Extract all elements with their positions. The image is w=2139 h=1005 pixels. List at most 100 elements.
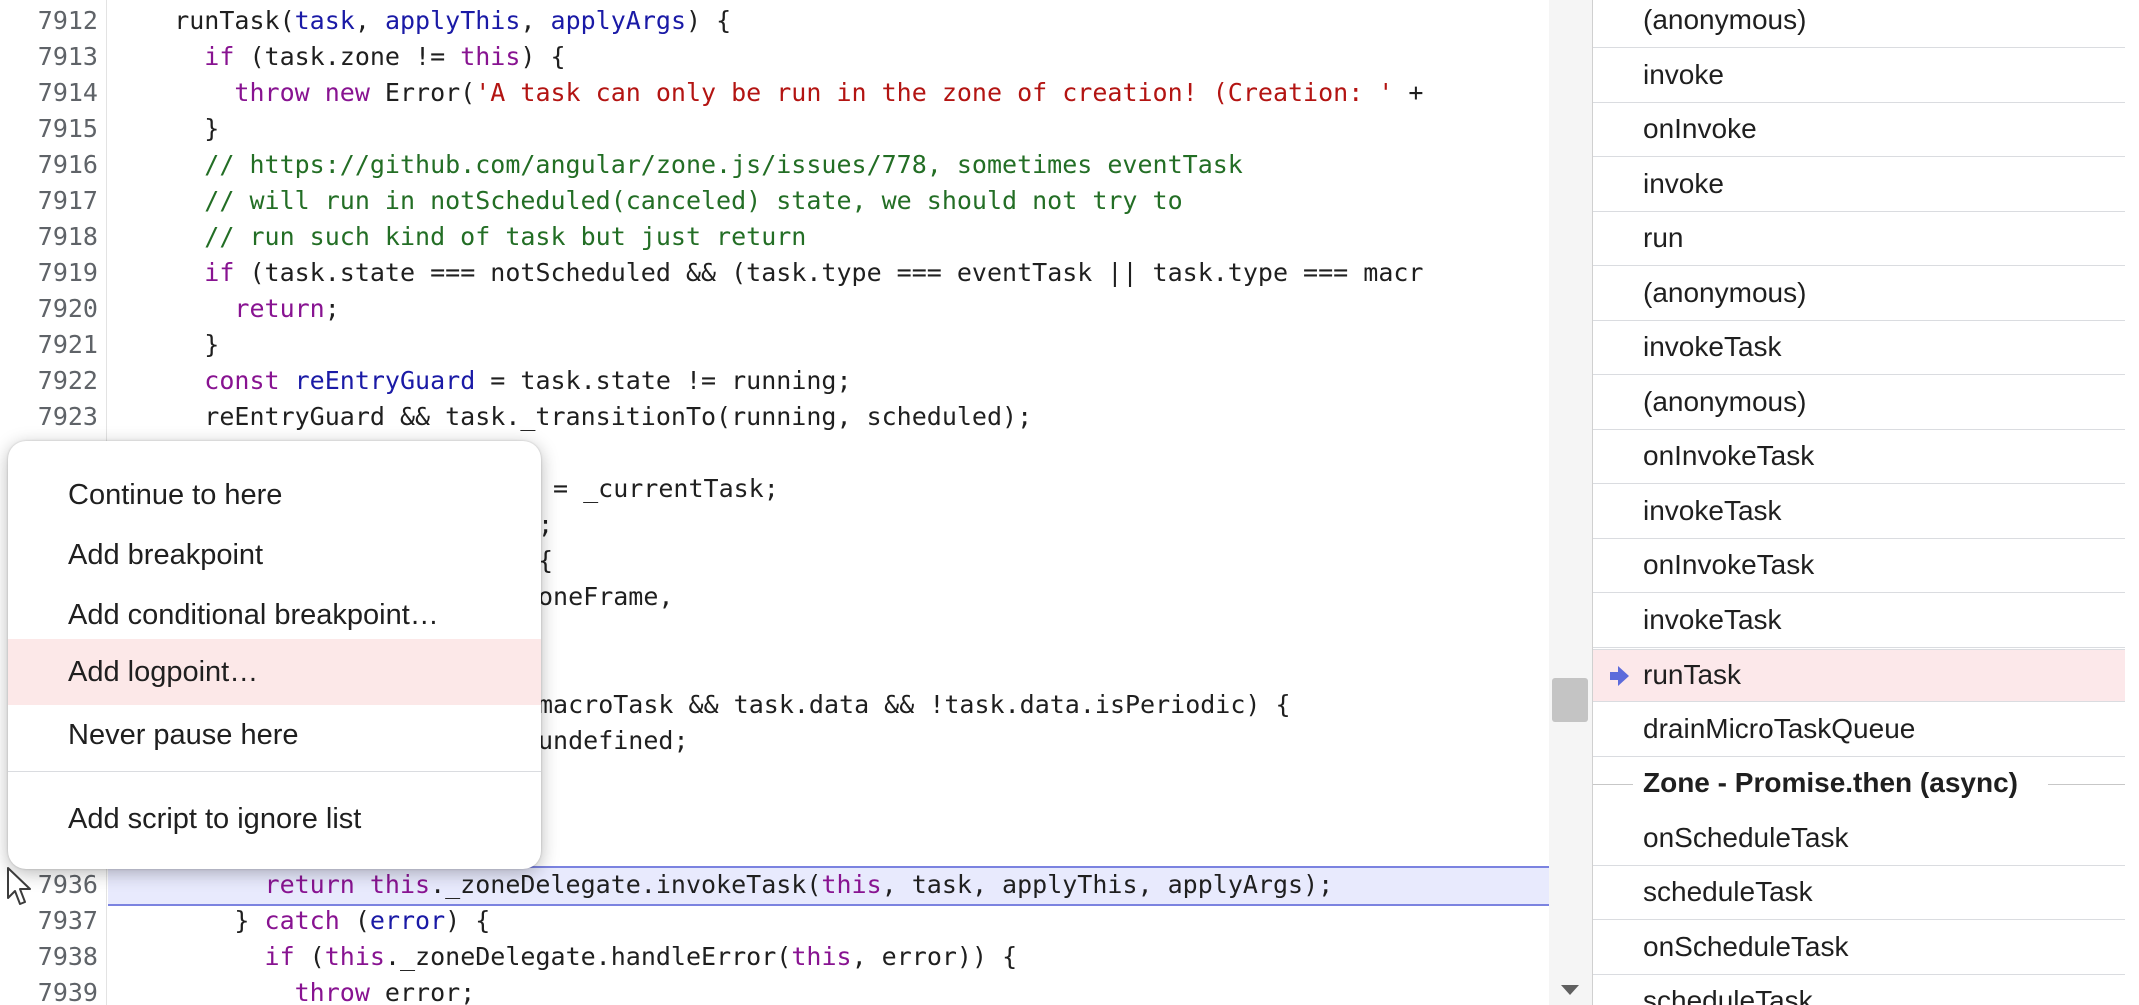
- call-frame[interactable]: onInvokeTask: [1593, 540, 2125, 593]
- line-number[interactable]: 7919: [8, 255, 98, 291]
- line-number[interactable]: 7917: [8, 183, 98, 219]
- call-frame-label: onScheduleTask: [1643, 930, 1849, 962]
- line-number[interactable]: 7938: [8, 939, 98, 975]
- code-token: = task.state != running;: [475, 366, 852, 395]
- line-number[interactable]: 7921: [8, 327, 98, 363]
- call-frame[interactable]: onInvoke: [1593, 104, 2125, 157]
- async-line-left: [1593, 784, 1633, 785]
- call-frame-current[interactable]: runTask: [1593, 649, 2125, 702]
- code-token: error: [369, 906, 446, 935]
- code-token: ) {: [445, 906, 491, 935]
- code-token: // will run in notScheduled(canceled) st…: [114, 186, 1183, 215]
- code-line: const reEntryGuard = task.state != runni…: [114, 363, 852, 399]
- code-line-partial: = _currentTask;: [553, 474, 779, 503]
- line-number[interactable]: 7918: [8, 219, 98, 255]
- call-frame-label: invoke: [1643, 58, 1724, 90]
- call-frame-label: invoke: [1643, 167, 1724, 199]
- current-frame-arrow-icon: [1610, 666, 1629, 686]
- call-frame[interactable]: scheduleTask: [1593, 867, 2125, 920]
- code-line: } catch (error) {: [114, 903, 490, 939]
- call-frame[interactable]: onScheduleTask: [1593, 813, 2125, 866]
- code-token: reEntryGuard && task._transitionTo(runni…: [114, 402, 1033, 431]
- call-frame[interactable]: (anonymous): [1593, 268, 2125, 321]
- code-token: }: [114, 906, 265, 935]
- call-frame[interactable]: invoke: [1593, 159, 2125, 212]
- call-frame-label: invokeTask: [1643, 603, 1782, 635]
- line-number[interactable]: 7920: [8, 291, 98, 327]
- code-token: catch: [264, 906, 340, 935]
- call-frame[interactable]: invoke: [1593, 50, 2125, 103]
- code-token: ;: [324, 294, 340, 323]
- call-frame[interactable]: run: [1593, 213, 2125, 266]
- editor-vertical-scrollbar[interactable]: [1549, 0, 1592, 1005]
- async-line-right: [2048, 784, 2125, 785]
- call-frame[interactable]: (anonymous): [1593, 377, 2125, 430]
- code-token: }: [114, 330, 220, 359]
- code-token: // https://github.com/angular/zone.js/is…: [114, 150, 1243, 179]
- code-token: this: [324, 942, 385, 971]
- line-number[interactable]: 7913: [8, 39, 98, 75]
- code-line: // run such kind of task but just return: [114, 219, 806, 255]
- mouse-pointer-icon: [7, 867, 31, 905]
- line-number[interactable]: 7937: [8, 903, 98, 939]
- code-token: reEntryGuard: [279, 366, 476, 395]
- menu-item-add-breakpoint[interactable]: Add breakpoint: [8, 525, 541, 585]
- line-number[interactable]: 7912: [8, 3, 98, 39]
- line-number[interactable]: 7914: [8, 75, 98, 111]
- menu-item-never-pause-here[interactable]: Never pause here: [8, 705, 541, 765]
- call-frame[interactable]: scheduleTask: [1593, 976, 2125, 1005]
- line-number[interactable]: 7916: [8, 147, 98, 183]
- code-line-partial: oneFrame,: [538, 582, 674, 611]
- code-token: error;: [369, 978, 476, 1005]
- menu-item-add-conditional-breakpoint[interactable]: Add conditional breakpoint…: [8, 585, 541, 645]
- line-number[interactable]: 7915: [8, 111, 98, 147]
- code-token: (task.zone !=: [234, 42, 461, 71]
- call-frame-label: (anonymous): [1643, 276, 1807, 308]
- code-token: task: [294, 6, 355, 35]
- call-frame[interactable]: invokeTask: [1593, 322, 2125, 375]
- code-token: applyThis: [384, 6, 521, 35]
- code-line: }: [114, 327, 219, 363]
- call-frame[interactable]: invokeTask: [1593, 486, 2125, 539]
- code-token: ,: [354, 6, 385, 35]
- menu-item-continue-to-here[interactable]: Continue to here: [8, 465, 541, 525]
- menu-separator: [8, 771, 541, 772]
- code-line: if (this._zoneDelegate.handleError(this,…: [114, 939, 1018, 975]
- code-token: ,: [520, 6, 551, 35]
- call-frame-label: onInvoke: [1643, 113, 1757, 144]
- code-line: return;: [114, 291, 340, 327]
- code-line: if (task.zone != this) {: [114, 39, 566, 75]
- code-line: // will run in notScheduled(canceled) st…: [114, 183, 1183, 219]
- scrollbar-thumb[interactable]: [1552, 678, 1588, 722]
- call-frame[interactable]: (anonymous): [1593, 0, 2125, 48]
- code-token: this: [460, 42, 521, 71]
- call-frame[interactable]: onInvokeTask: [1593, 431, 2125, 484]
- code-token: ._zoneDelegate.invokeTask(: [430, 870, 822, 899]
- call-frame[interactable]: invokeTask: [1593, 595, 2125, 648]
- code-token: // run such kind of task but just return: [114, 222, 807, 251]
- menu-item-add-script-to-ignore-list[interactable]: Add script to ignore list: [8, 789, 541, 849]
- scroll-down-arrow-icon[interactable]: [1561, 985, 1579, 995]
- call-frame-label: (anonymous): [1643, 385, 1807, 417]
- call-frame[interactable]: onScheduleTask: [1593, 922, 2125, 975]
- line-number[interactable]: 7922: [8, 363, 98, 399]
- code-token: Error(: [369, 78, 476, 107]
- code-token: throw new: [114, 78, 370, 107]
- line-number[interactable]: 7939: [8, 975, 98, 1005]
- code-token: (: [294, 942, 325, 971]
- code-line-partial: macroTask && task.data && !task.data.isP…: [538, 690, 1291, 719]
- code-line: // https://github.com/angular/zone.js/is…: [114, 147, 1243, 183]
- line-number[interactable]: 7923: [8, 399, 98, 435]
- call-frame[interactable]: drainMicroTaskQueue: [1593, 704, 2125, 757]
- code-token: +: [1393, 78, 1424, 107]
- code-token: , task, applyThis, applyArgs);: [881, 870, 1334, 899]
- menu-item-add-logpoint[interactable]: Add logpoint…: [8, 639, 541, 705]
- call-frame-label: drainMicroTaskQueue: [1643, 712, 1916, 744]
- code-token: 'A task can only be run in the zone of c…: [475, 78, 1394, 107]
- context-menu: Continue to here Add breakpoint Add cond…: [8, 441, 541, 869]
- code-token: ) {: [520, 42, 566, 71]
- code-token: throw: [114, 978, 370, 1005]
- code-token: (: [339, 906, 370, 935]
- code-line: runTask(task, applyThis, applyArgs) {: [114, 3, 731, 39]
- call-frame-label: onInvokeTask: [1643, 440, 1815, 471]
